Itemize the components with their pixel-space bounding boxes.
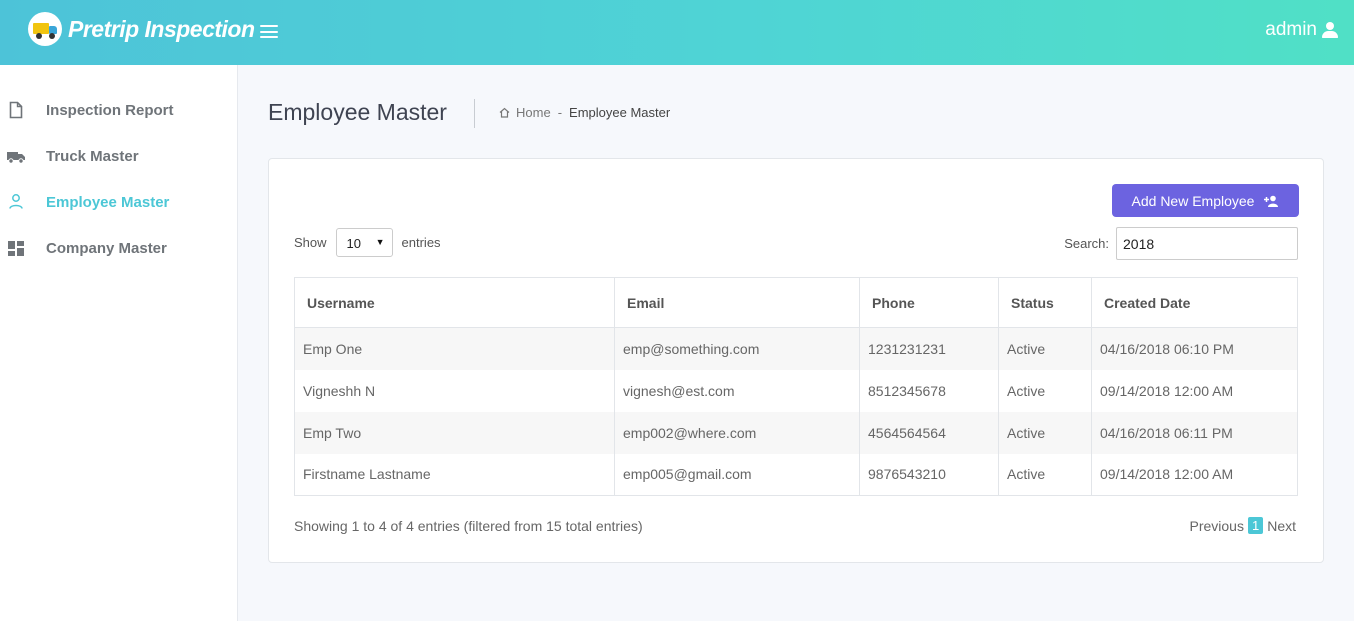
- table-row[interactable]: Emp Two emp002@where.com 4564564564 Acti…: [294, 411, 1298, 454]
- cell-username: Emp One: [294, 327, 615, 370]
- cell-status: Active: [998, 327, 1092, 370]
- brand[interactable]: Pretrip Inspection: [28, 12, 255, 46]
- breadcrumb-home-label: Home: [516, 105, 551, 120]
- table-info: Showing 1 to 4 of 4 entries (filtered fr…: [294, 518, 643, 534]
- sidebar: Inspection Report Truck Master Employee …: [0, 65, 238, 621]
- show-label: Show: [294, 235, 327, 250]
- entries-label: entries: [401, 235, 441, 250]
- add-new-employee-label: Add New Employee: [1131, 192, 1255, 209]
- table-header-row: Username Email Phone Status Created Date: [294, 277, 1298, 328]
- user-icon: [1322, 22, 1338, 38]
- user-icon: [9, 194, 23, 209]
- column-header-status[interactable]: Status: [998, 277, 1092, 328]
- employee-table-card: Add New Employee Show 10 ▼ entries Searc…: [268, 158, 1324, 563]
- home-icon: [499, 107, 510, 118]
- search-input[interactable]: [1116, 227, 1298, 260]
- page-size-value: 10: [346, 236, 361, 251]
- page-length-control: Show 10 ▼ entries: [294, 228, 441, 257]
- cell-email: vignesh@est.com: [614, 369, 860, 412]
- user-menu[interactable]: admin: [1265, 19, 1338, 41]
- pagination-previous[interactable]: Previous: [1190, 518, 1244, 534]
- page-title: Employee Master: [268, 99, 447, 125]
- user-plus-icon: [1264, 195, 1279, 207]
- sidebar-item-label: Inspection Report: [46, 102, 174, 119]
- column-header-created-date[interactable]: Created Date: [1091, 277, 1298, 328]
- sidebar-item-label: Truck Master: [46, 148, 139, 165]
- cell-username: Emp Two: [294, 411, 615, 454]
- dropdown-arrow-icon: ▼: [375, 237, 385, 247]
- column-header-email[interactable]: Email: [614, 277, 860, 328]
- sidebar-item-employee-master[interactable]: Employee Master: [0, 187, 238, 217]
- breadcrumb-separator: -: [557, 105, 563, 120]
- cell-status: Active: [998, 411, 1092, 454]
- cell-phone: 9876543210: [859, 453, 999, 496]
- cell-email: emp@something.com: [614, 327, 860, 370]
- breadcrumb-current: Employee Master: [569, 105, 671, 120]
- table-row[interactable]: Vigneshh N vignesh@est.com 8512345678 Ac…: [294, 369, 1298, 412]
- breadcrumb-home[interactable]: Home: [499, 105, 551, 120]
- sidebar-item-inspection-report[interactable]: Inspection Report: [0, 95, 238, 125]
- cell-email: emp005@gmail.com: [614, 453, 860, 496]
- search-control: Search:: [1064, 227, 1298, 260]
- dashboard-icon: [8, 241, 24, 256]
- sidebar-item-company-master[interactable]: Company Master: [0, 233, 238, 263]
- cell-email: emp002@where.com: [614, 411, 860, 454]
- cell-username: Vigneshh N: [294, 369, 615, 412]
- cell-phone: 1231231231: [859, 327, 999, 370]
- cell-username: Firstname Lastname: [294, 453, 615, 496]
- cell-status: Active: [998, 369, 1092, 412]
- page-size-select[interactable]: 10 ▼: [335, 228, 393, 257]
- pagination-current-page[interactable]: 1: [1247, 517, 1264, 534]
- search-label: Search:: [1064, 236, 1109, 251]
- app-name: Pretrip Inspection: [68, 15, 255, 42]
- cell-created-date: 09/14/2018 12:00 AM: [1091, 369, 1298, 412]
- sidebar-item-truck-master[interactable]: Truck Master: [0, 141, 238, 171]
- cell-created-date: 09/14/2018 12:00 AM: [1091, 453, 1298, 496]
- table-row[interactable]: Emp One emp@something.com 1231231231 Act…: [294, 327, 1298, 370]
- pagination-next[interactable]: Next: [1267, 518, 1296, 534]
- truck-logo-icon: [28, 12, 62, 46]
- sidebar-item-label: Company Master: [46, 240, 167, 257]
- cell-phone: 8512345678: [859, 369, 999, 412]
- breadcrumb: Home - Employee Master: [499, 105, 670, 120]
- document-icon: [9, 101, 23, 119]
- sidebar-item-label: Employee Master: [46, 194, 170, 211]
- cell-created-date: 04/16/2018 06:11 PM: [1091, 411, 1298, 454]
- table-row[interactable]: Firstname Lastname emp005@gmail.com 9876…: [294, 453, 1298, 496]
- add-new-employee-button[interactable]: Add New Employee: [1112, 184, 1299, 217]
- cell-created-date: 04/16/2018 06:10 PM: [1091, 327, 1298, 370]
- employee-table: Username Email Phone Status Created Date…: [294, 277, 1298, 496]
- column-header-username[interactable]: Username: [294, 277, 615, 328]
- menu-toggle-icon[interactable]: [260, 25, 278, 38]
- title-divider: [474, 99, 475, 128]
- top-bar: Pretrip Inspection admin: [0, 0, 1354, 65]
- truck-icon: [7, 152, 25, 164]
- user-name: admin: [1265, 19, 1317, 40]
- pagination: Previous 1 Next: [1190, 517, 1296, 534]
- column-header-phone[interactable]: Phone: [859, 277, 999, 328]
- cell-phone: 4564564564: [859, 411, 999, 454]
- cell-status: Active: [998, 453, 1092, 496]
